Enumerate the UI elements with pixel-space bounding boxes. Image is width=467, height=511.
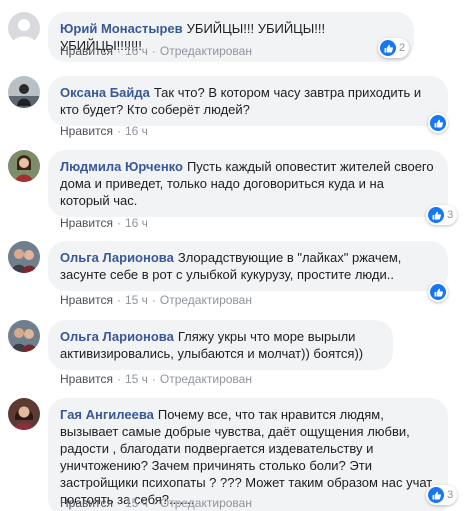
thumbs-up-icon <box>428 487 444 503</box>
comment-actions: Нравится · 16 ч <box>60 216 148 230</box>
comment-bubble: Ольга Ларионова Злорадствующие в "лайках"… <box>48 241 448 291</box>
timestamp[interactable]: 16 ч <box>125 44 148 58</box>
comment-actions: Нравится · 16 ч · Отредактирован <box>60 44 252 58</box>
like-link[interactable]: Нравится <box>60 293 113 307</box>
avatar[interactable] <box>8 150 40 182</box>
timestamp[interactable]: 16 ч <box>125 216 148 230</box>
comment-text: Почему все, что так нравится людям, вызы… <box>60 407 433 507</box>
timestamp[interactable]: 16 ч <box>125 124 148 138</box>
reactions-count: 2 <box>399 42 406 54</box>
reactions-count: 3 <box>447 209 454 221</box>
edited-label[interactable]: Отредактирован <box>160 44 252 58</box>
like-link[interactable]: Нравится <box>60 216 113 230</box>
timestamp[interactable]: 15 ч <box>125 496 148 510</box>
reactions-badge[interactable]: 3 <box>426 205 458 225</box>
reactions-badge[interactable]: 2 <box>378 38 410 58</box>
reactions-count: 3 <box>447 489 454 501</box>
avatar[interactable] <box>8 76 40 108</box>
author-name[interactable]: Людмила Юрченко <box>60 159 183 174</box>
comment-bubble: Людмила Юрченко Пусть каждый оповестит жи… <box>48 150 448 217</box>
comment-actions: Нравится · 15 ч · Отредактирован <box>60 372 252 386</box>
avatar[interactable] <box>8 320 40 352</box>
reactions-badge[interactable]: 3 <box>426 485 458 505</box>
author-name[interactable]: Юрий Монастырев <box>60 21 183 36</box>
thumbs-up-icon <box>380 40 396 56</box>
like-link[interactable]: Нравится <box>60 44 113 58</box>
avatar-default-icon[interactable] <box>8 12 40 44</box>
author-name[interactable]: Гая Ангилеева <box>60 407 154 422</box>
edited-label[interactable]: Отредактирован <box>160 293 252 307</box>
thumbs-up-icon <box>430 115 446 131</box>
comment-actions: Нравится · 16 ч <box>60 124 148 138</box>
author-name[interactable]: Ольга Ларионова <box>60 329 174 344</box>
comment-bubble: Ольга Ларионова Гляжу укры что море вырыл… <box>48 320 393 370</box>
edited-label[interactable]: Отредактирован <box>160 496 252 510</box>
like-link[interactable]: Нравится <box>60 496 113 510</box>
avatar[interactable] <box>8 398 40 430</box>
edited-label[interactable]: Отредактирован <box>160 372 252 386</box>
like-link[interactable]: Нравится <box>60 124 113 138</box>
comment-bubble: Гая Ангилеева Почему все, что так нравитс… <box>48 398 448 511</box>
author-name[interactable]: Ольга Ларионова <box>60 250 174 265</box>
reactions-badge[interactable] <box>428 113 448 133</box>
thumbs-up-icon <box>428 207 444 223</box>
thumbs-up-icon <box>430 284 446 300</box>
timestamp[interactable]: 15 ч <box>125 293 148 307</box>
like-link[interactable]: Нравится <box>60 372 113 386</box>
comment-actions: Нравится · 15 ч · Отредактирован <box>60 496 252 510</box>
comment-bubble: Оксана Байда Так что? В котором часу завт… <box>48 76 448 126</box>
timestamp[interactable]: 15 ч <box>125 372 148 386</box>
reactions-badge[interactable] <box>428 282 448 302</box>
comment-actions: Нравится · 15 ч · Отредактирован <box>60 293 252 307</box>
avatar[interactable] <box>8 241 40 273</box>
author-name[interactable]: Оксана Байда <box>60 85 150 100</box>
